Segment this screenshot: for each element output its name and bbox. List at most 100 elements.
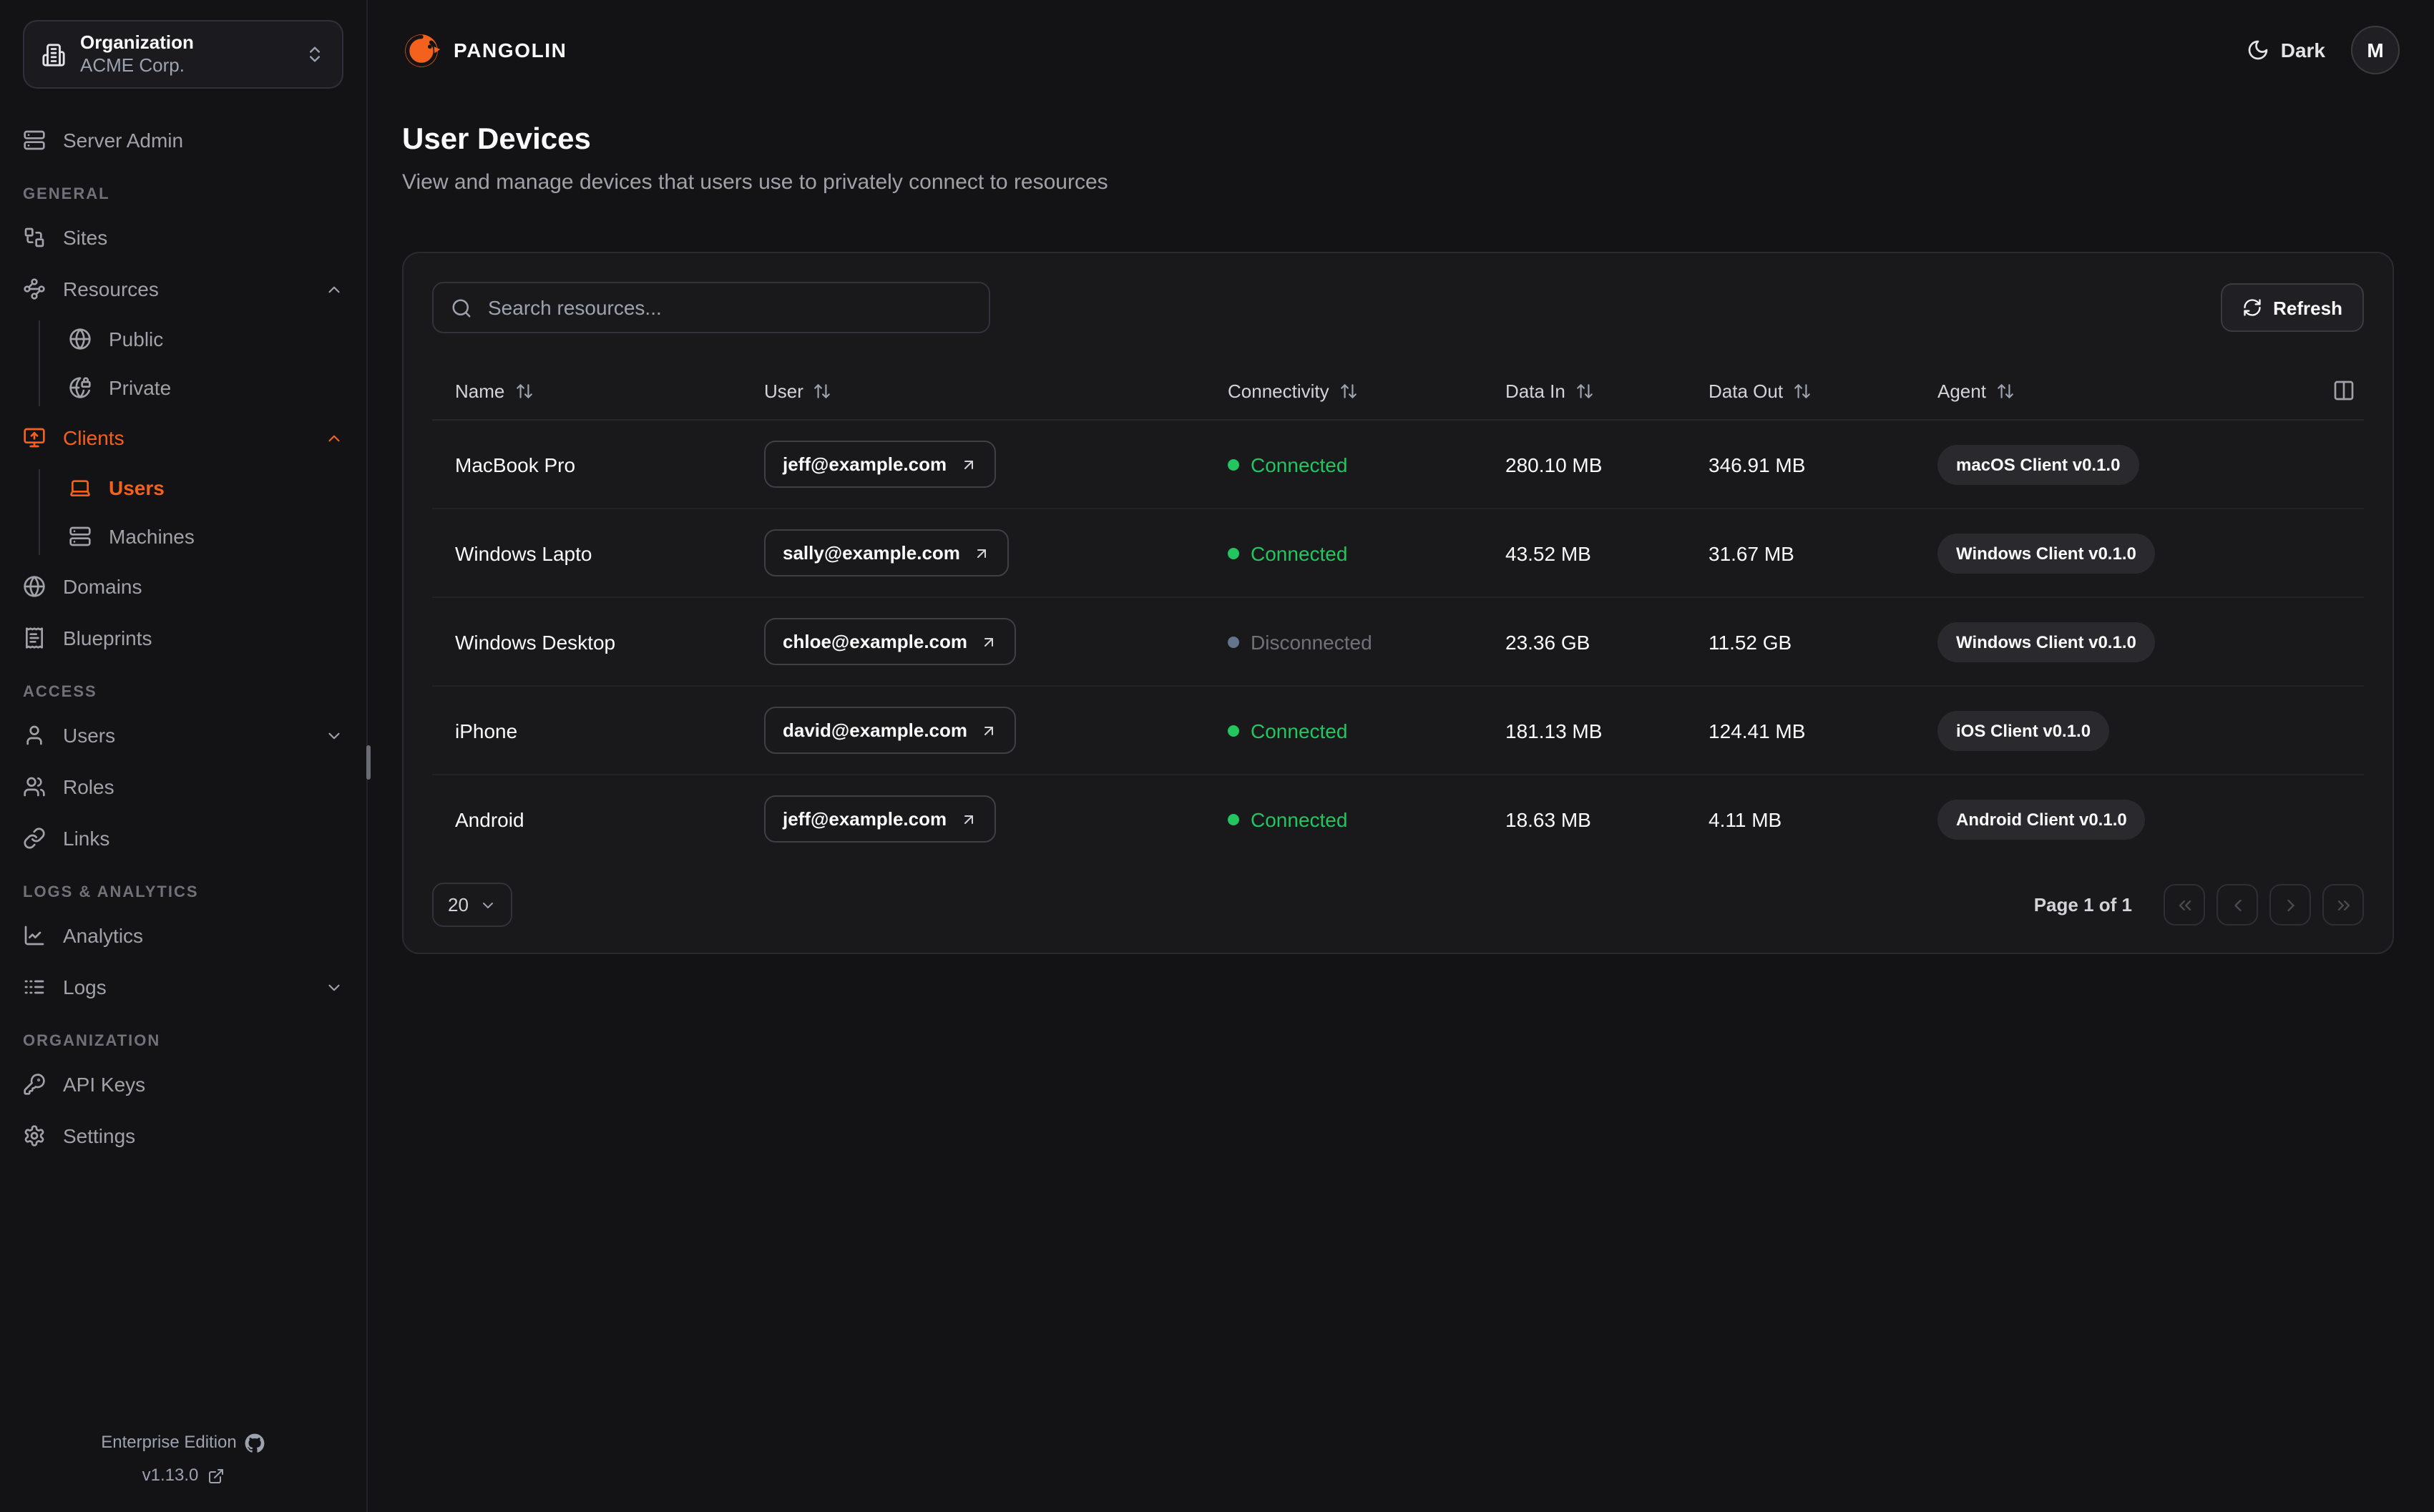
table-row: Windows Lapto sally@example.com Connecte… — [432, 509, 2364, 598]
status-label: Connected — [1251, 719, 1348, 742]
chevrons-left-icon — [2178, 900, 2191, 910]
user-link-button[interactable]: jeff@example.com — [764, 441, 996, 488]
sidebar-item-analytics[interactable]: Analytics — [23, 915, 343, 956]
org-switcher[interactable]: Organization ACME Corp. — [23, 20, 343, 89]
brand[interactable]: PANGOLIN — [402, 31, 567, 69]
sidebar-item-clients-users[interactable]: Users — [69, 469, 343, 506]
table-row: iPhone david@example.com Connected 181.1… — [432, 687, 2364, 775]
column-header-label: Connectivity — [1228, 380, 1329, 401]
status-badge: Connected — [1228, 807, 1347, 830]
device-name-cell: iPhone — [455, 719, 518, 742]
sort-icon — [1577, 383, 1593, 398]
globe-icon — [69, 328, 91, 350]
devices-card: Refresh Name User Connectivity Data In — [402, 252, 2394, 954]
refresh-button-label: Refresh — [2273, 297, 2342, 318]
arrow-up-right-icon — [984, 726, 994, 735]
chevron-up-icon — [328, 434, 340, 441]
sidebar-item-label: Domains — [63, 575, 142, 598]
table-row: Android jeff@example.com Connected 18.63… — [432, 775, 2364, 863]
sidebar-item-settings[interactable]: Settings — [23, 1116, 343, 1156]
chevron-down-icon — [483, 902, 494, 908]
column-header-user[interactable]: User — [741, 362, 1205, 419]
sidebar-item-clients[interactable]: Clients — [23, 418, 343, 458]
sidebar-item-logs[interactable]: Logs — [23, 967, 343, 1007]
user-cell: chloe@example.com — [741, 598, 1205, 685]
user-email: jeff@example.com — [783, 808, 947, 830]
github-icon[interactable] — [245, 1433, 265, 1453]
sidebar-item-label: Roles — [63, 775, 114, 798]
external-link-icon[interactable] — [207, 1467, 224, 1484]
user-email: sally@example.com — [783, 542, 960, 564]
status-label: Connected — [1251, 807, 1348, 830]
last-page-button[interactable] — [2322, 884, 2364, 926]
section-title-general: GENERAL — [23, 186, 110, 203]
sidebar-item-blueprints[interactable]: Blueprints — [23, 618, 343, 658]
brand-name: PANGOLIN — [454, 39, 567, 62]
next-page-button[interactable] — [2269, 884, 2311, 926]
sidebar-item-private[interactable]: Private — [69, 369, 343, 406]
column-visibility-button[interactable] — [2332, 379, 2355, 402]
user-link-button[interactable]: chloe@example.com — [764, 618, 1017, 665]
status-badge: Connected — [1228, 453, 1347, 476]
refresh-button[interactable]: Refresh — [2220, 283, 2364, 332]
org-switcher-value: ACME Corp. — [80, 54, 185, 76]
user-link-button[interactable]: sally@example.com — [764, 529, 1009, 576]
avatar[interactable]: M — [2351, 26, 2400, 74]
user-link-button[interactable]: david@example.com — [764, 707, 1017, 754]
column-header-name[interactable]: Name — [432, 362, 741, 419]
laptop-icon — [70, 480, 90, 496]
column-header-agent[interactable]: Agent — [1915, 362, 2364, 419]
sites-icon — [24, 227, 44, 247]
device-name-cell: MacBook Pro — [455, 453, 576, 476]
first-page-button[interactable] — [2164, 884, 2205, 926]
previous-page-button[interactable] — [2216, 884, 2258, 926]
arrow-up-right-icon — [977, 549, 986, 557]
sidebar-item-resources[interactable]: Resources — [23, 269, 343, 309]
connectivity-cell: Connected — [1205, 421, 1482, 508]
logs-icon — [24, 980, 44, 994]
status-label: Connected — [1251, 453, 1348, 476]
data-in-cell: 43.52 MB — [1505, 541, 1591, 564]
page-title: User Devices — [402, 123, 591, 156]
search-box — [432, 282, 990, 333]
sidebar-nav: Server Admin GENERAL Sites Resources Pub… — [23, 120, 343, 1427]
sidebar-item-api-keys[interactable]: API Keys — [23, 1064, 343, 1104]
user-cell: jeff@example.com — [741, 421, 1205, 508]
search-icon — [452, 298, 471, 317]
waypoints-icon — [24, 278, 45, 300]
sidebar-item-sites[interactable]: Sites — [23, 217, 343, 257]
sort-icon — [815, 383, 831, 398]
sidebar-item-users[interactable]: Users — [23, 715, 343, 755]
sidebar-item-machines[interactable]: Machines — [69, 518, 343, 555]
theme-toggle[interactable]: Dark — [2247, 39, 2325, 62]
server-icon — [24, 130, 45, 150]
agent-cell: iOS Client v0.1.0 — [1915, 687, 2364, 774]
sidebar-item-public[interactable]: Public — [69, 320, 343, 358]
column-header-data-out[interactable]: Data Out — [1686, 362, 1915, 419]
device-name-cell: Android — [455, 807, 524, 830]
sidebar: Organization ACME Corp. Server Admin GEN… — [0, 0, 371, 1512]
user-link-button[interactable]: jeff@example.com — [764, 795, 996, 843]
column-header-label: Agent — [1937, 380, 1986, 401]
columns-icon — [2334, 381, 2354, 401]
page-info: Page 1 of 1 — [2033, 894, 2132, 915]
column-header-connectivity[interactable]: Connectivity — [1205, 362, 1482, 419]
sidebar-item-server-admin[interactable]: Server Admin — [23, 120, 343, 160]
data-in-cell: 280.10 MB — [1505, 453, 1603, 476]
status-dot — [1228, 547, 1239, 559]
sidebar-item-domains[interactable]: Domains — [23, 566, 343, 607]
page-size-select[interactable]: 20 — [432, 883, 513, 927]
status-badge: Disconnected — [1228, 630, 1372, 653]
sidebar-item-roles[interactable]: Roles — [23, 767, 343, 807]
avatar-initial: M — [2367, 39, 2384, 62]
agent-badge: iOS Client v0.1.0 — [1937, 710, 2110, 750]
edition-label: Enterprise Edition — [101, 1432, 237, 1453]
column-header-data-in[interactable]: Data In — [1482, 362, 1686, 419]
connectivity-cell: Connected — [1205, 775, 1482, 863]
search-input[interactable] — [485, 295, 972, 320]
sidebar-resize-handle[interactable] — [366, 745, 371, 780]
gear-icon — [24, 1125, 44, 1147]
agent-badge: Android Client v0.1.0 — [1937, 799, 2146, 839]
sidebar-item-links[interactable]: Links — [23, 818, 343, 858]
chevrons-up-down-icon — [310, 46, 320, 62]
